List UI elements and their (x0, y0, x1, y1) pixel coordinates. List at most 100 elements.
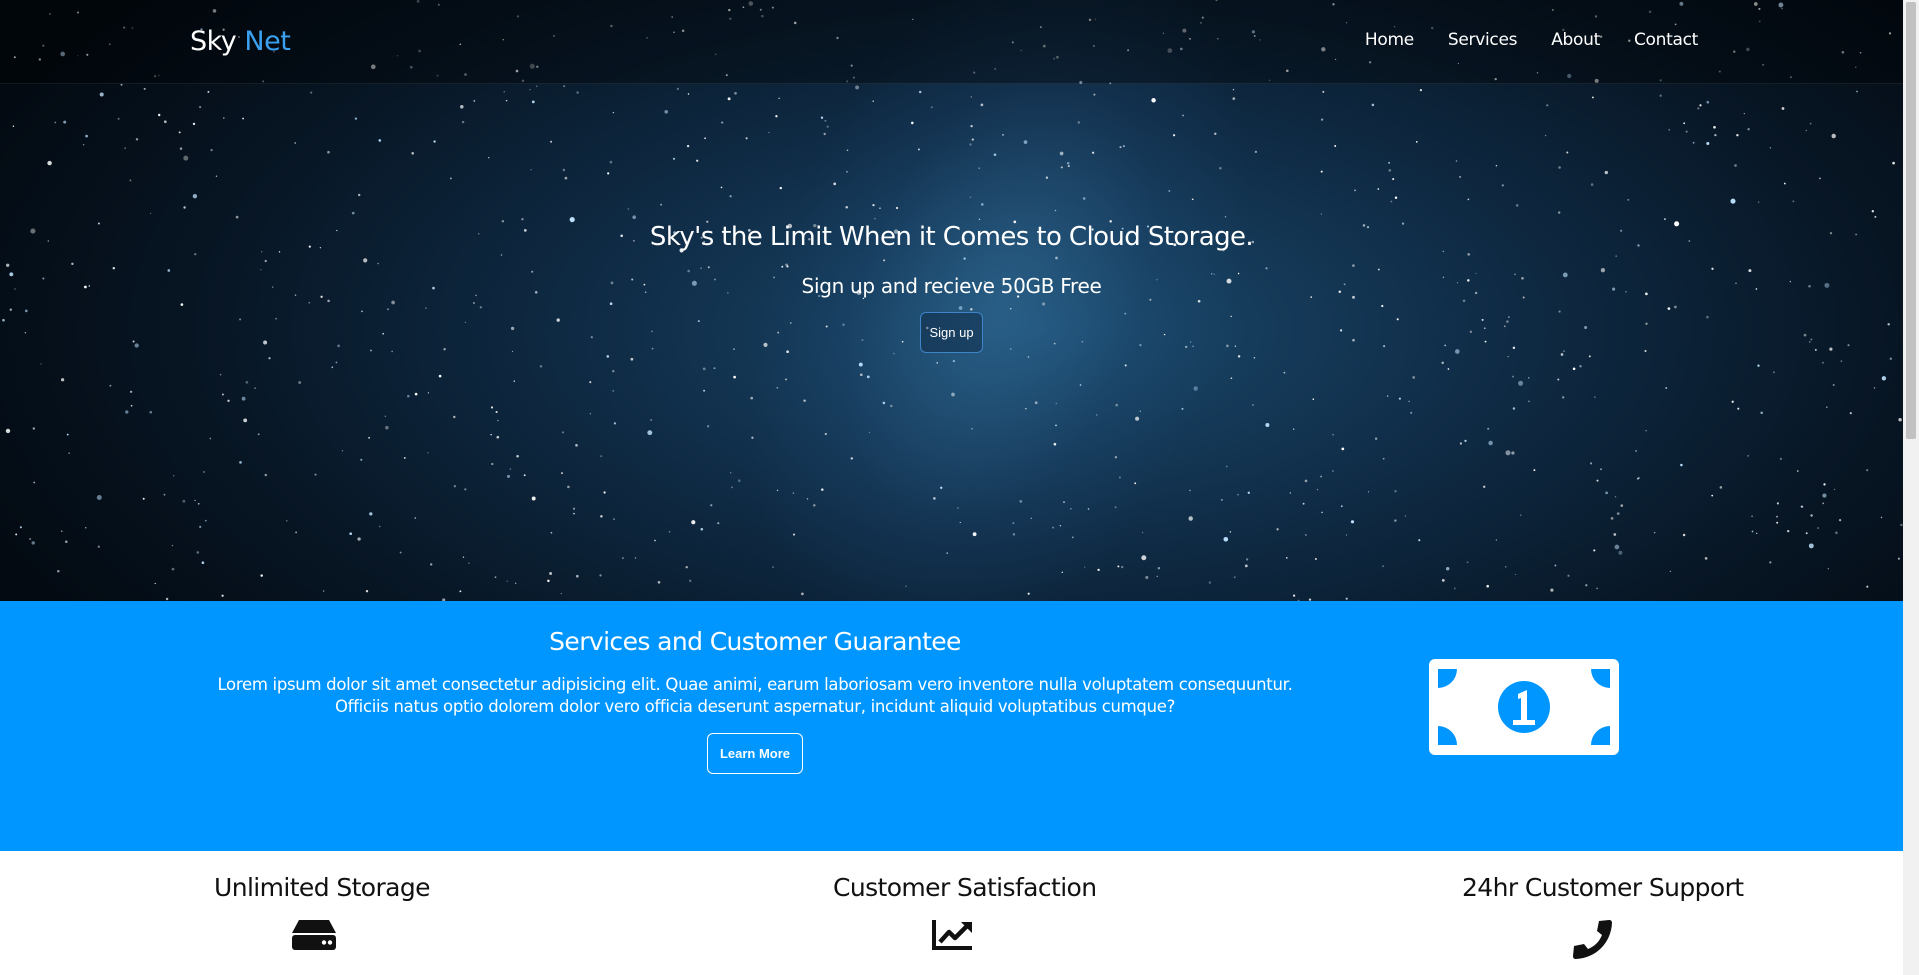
star (717, 522, 720, 525)
star (1253, 356, 1256, 359)
star (163, 120, 167, 124)
star (821, 488, 824, 491)
star (1810, 514, 1813, 517)
star (449, 177, 452, 180)
services-body: Lorem ipsum dolor sit amet consectetur a… (217, 675, 1293, 716)
star (1145, 575, 1149, 580)
star (1119, 146, 1122, 149)
star (183, 206, 186, 209)
star (647, 430, 653, 436)
star (1866, 585, 1869, 588)
star (268, 357, 271, 360)
star (1668, 129, 1670, 131)
star (562, 168, 566, 172)
star (1840, 360, 1843, 363)
star (496, 435, 500, 439)
star (1822, 493, 1827, 498)
star (357, 193, 361, 197)
star (314, 473, 317, 476)
star (135, 138, 139, 141)
star (158, 113, 161, 117)
star (264, 473, 268, 477)
star (946, 552, 948, 554)
star (823, 132, 826, 136)
nav-link-contact[interactable]: Contact (1634, 30, 1698, 50)
feature-customer-satisfaction: Customer Satisfaction (833, 873, 1097, 952)
star (936, 362, 939, 364)
star (660, 203, 662, 206)
star (868, 431, 871, 433)
star (1822, 502, 1825, 505)
star (1838, 518, 1842, 522)
star (172, 474, 175, 477)
star (727, 97, 731, 101)
star (820, 116, 824, 119)
star (1557, 378, 1560, 381)
star (1464, 439, 1467, 443)
star (850, 457, 853, 460)
star (310, 91, 313, 94)
star (1800, 505, 1804, 508)
star (286, 519, 288, 522)
star (1141, 531, 1144, 534)
star (1059, 151, 1064, 156)
star (1881, 376, 1887, 381)
star (550, 140, 553, 143)
star (1252, 404, 1254, 406)
star (295, 531, 297, 534)
star (1059, 524, 1062, 527)
star (905, 585, 907, 588)
star (1012, 522, 1015, 525)
star (1558, 166, 1561, 169)
star (1514, 573, 1517, 576)
star (1743, 112, 1745, 115)
star (866, 375, 870, 379)
star (461, 120, 465, 124)
star (529, 88, 531, 91)
star (1760, 411, 1764, 415)
star (1635, 449, 1638, 452)
star (775, 115, 778, 118)
star (1135, 416, 1140, 421)
star (550, 531, 553, 534)
star (1233, 576, 1236, 579)
star (1507, 356, 1509, 358)
brand-logo[interactable]: Sky Net (190, 26, 291, 57)
star (1027, 592, 1030, 595)
star (1600, 468, 1602, 470)
star (676, 87, 680, 91)
star (1572, 367, 1576, 371)
signup-button[interactable]: Sign up (920, 312, 983, 353)
nav-link-home[interactable]: Home (1365, 30, 1414, 50)
star (959, 521, 961, 524)
star (5, 428, 11, 434)
scrollbar-thumb[interactable] (1906, 2, 1916, 439)
star (1783, 182, 1786, 185)
nav-link-about[interactable]: About (1551, 30, 1600, 50)
star (792, 492, 795, 494)
star (729, 195, 732, 198)
star (576, 91, 579, 94)
star (792, 533, 796, 536)
learn-more-button[interactable]: Learn More (706, 733, 804, 774)
page-scrollbar[interactable] (1903, 0, 1919, 975)
star (12, 125, 15, 127)
star (1320, 213, 1323, 215)
star (1528, 400, 1530, 403)
star (63, 120, 67, 124)
star (733, 375, 736, 379)
star (521, 218, 524, 221)
star (411, 151, 415, 155)
star (1067, 165, 1070, 168)
star (1781, 107, 1785, 110)
star (1562, 396, 1565, 399)
star (539, 364, 543, 368)
star (895, 206, 899, 210)
star (1747, 455, 1750, 457)
star (575, 443, 578, 447)
star (1747, 127, 1750, 131)
star (1254, 150, 1258, 154)
nav-link-services[interactable]: Services (1448, 30, 1518, 50)
star (911, 121, 914, 125)
star (978, 167, 980, 169)
